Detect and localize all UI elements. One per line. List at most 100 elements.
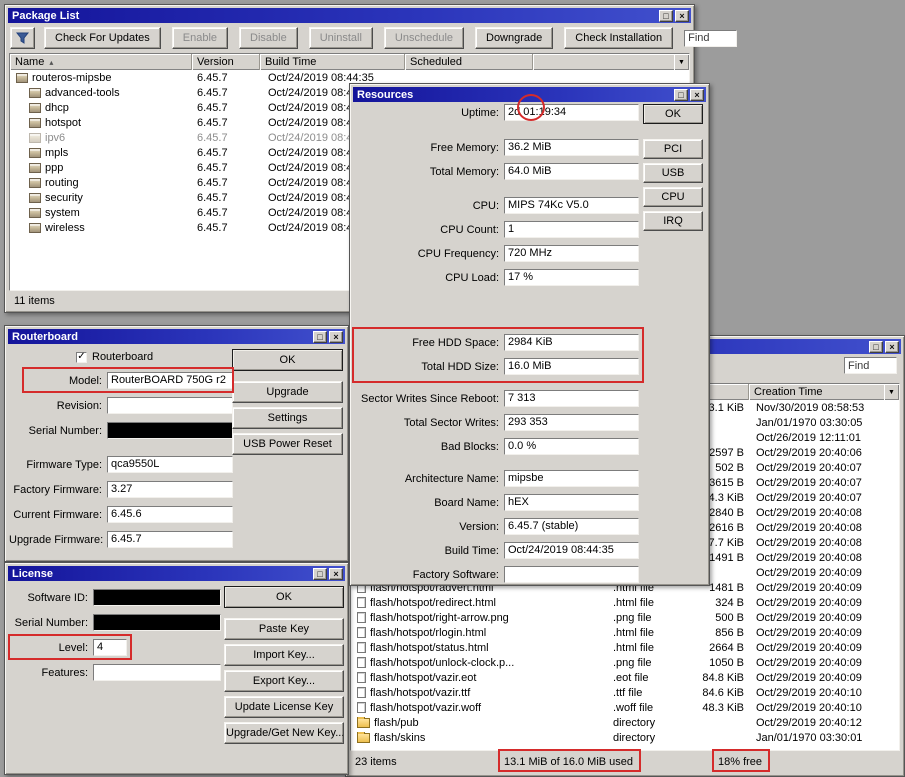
file-creation-time: Oct/29/2019 20:40:09 [756, 566, 862, 579]
field-label: Bad Blocks: [440, 440, 499, 453]
settings-button[interactable]: Settings [232, 407, 343, 429]
resources-field-bad-blocks: 0.0 % [504, 438, 639, 455]
package-name: ipv6 [45, 131, 66, 144]
file-name: flash/skins [374, 731, 426, 744]
file-row[interactable]: flash/hotspot/redirect.html .html file 324… [351, 595, 899, 610]
find-input[interactable] [684, 29, 738, 47]
toolbar-button-uninstall: Uninstall [308, 27, 373, 49]
column-header-build-time[interactable]: Build Time [260, 54, 405, 70]
file-name: flash/hotspot/status.html [370, 641, 489, 654]
file-row[interactable]: flash/hotspot/unlock-clock.p... .png file… [351, 655, 899, 670]
ok-button[interactable]: OK [643, 104, 703, 124]
routerboard-buttons: OK Upgrade Settings USB Power Reset [232, 349, 343, 455]
file-type: .eot file [613, 671, 649, 684]
close-button[interactable]: × [329, 330, 343, 343]
irq-button[interactable]: IRQ [643, 211, 703, 231]
import-key-button[interactable]: Import Key... [224, 644, 344, 666]
routerboard-field-factory-firmware: 3.27 [107, 481, 233, 498]
maximize-button[interactable]: □ [313, 567, 327, 580]
ok-button[interactable]: OK [232, 349, 343, 371]
filter-button[interactable] [10, 27, 35, 49]
toolbar-button-unschedule: Unschedule [383, 27, 464, 49]
file-row[interactable]: flash/pub directory Oct/29/2019 20:40:12 [351, 715, 899, 730]
window-title: Resources [357, 88, 414, 101]
routerboard-checkbox-row: ✓ Routerboard [76, 349, 233, 365]
file-row[interactable]: flash/skins directory Jan/01/1970 03:30:01 [351, 730, 899, 745]
field-label: Total Sector Writes: [403, 416, 499, 429]
cpu-button[interactable]: CPU [643, 187, 703, 207]
file-row[interactable]: flash/hotspot/right-arrow.png .png file 50… [351, 610, 899, 625]
pci-button[interactable]: PCI [643, 139, 703, 159]
column-select-button[interactable]: ▼ [884, 384, 899, 400]
package-name: hotspot [45, 116, 82, 129]
file-type: .html file [613, 641, 654, 654]
close-button[interactable]: × [329, 567, 343, 580]
maximize-button[interactable]: □ [869, 340, 883, 353]
usb-button[interactable]: USB [643, 163, 703, 183]
license-titlebar[interactable]: License □ × [8, 566, 345, 581]
usb-power-reset-button[interactable]: USB Power Reset [232, 433, 343, 455]
toolbar-button-check-installation[interactable]: Check Installation [564, 27, 674, 49]
resources-field-total-memory: 64.0 MiB [504, 163, 639, 180]
routerboard-titlebar[interactable]: Routerboard □ × [8, 329, 345, 344]
find-input[interactable] [844, 357, 897, 374]
field-label: Board Name: [434, 496, 499, 509]
field-label: Free HDD Space: [412, 336, 499, 349]
file-creation-time: Oct/29/2019 20:40:08 [756, 536, 862, 549]
ok-button[interactable]: OK [224, 586, 344, 608]
column-header-version[interactable]: Version [192, 54, 260, 70]
file-row[interactable]: flash/hotspot/status.html .html file 2664 … [351, 640, 899, 655]
column-header-creation-time[interactable]: Creation Time [749, 384, 884, 400]
file-icon [357, 687, 366, 698]
update-license-key-button[interactable]: Update License Key [224, 696, 344, 718]
resources-titlebar[interactable]: Resources □ × [353, 87, 706, 102]
sort-ascending-icon: ▴ [49, 57, 54, 67]
file-row[interactable]: flash/hotspot/vazir.eot .eot file 84.8 KiB… [351, 670, 899, 685]
package-list-titlebar[interactable]: Package List □ × [8, 8, 691, 23]
field-label: Version: [459, 520, 499, 533]
toolbar-button-downgrade[interactable]: Downgrade [475, 27, 554, 49]
file-size: 84.6 KiB [702, 686, 744, 699]
routerboard-field-model: RouterBOARD 750G r2 [107, 372, 233, 389]
column-select-button[interactable]: ▼ [674, 54, 689, 70]
field-label: Features: [41, 666, 88, 679]
file-row[interactable]: flash/hotspot/vazir.ttf .ttf file 84.6 KiB… [351, 685, 899, 700]
maximize-button[interactable]: □ [313, 330, 327, 343]
close-button[interactable]: × [885, 340, 899, 353]
resources-field-sector-writes-since-reboot: 7 313 [504, 390, 639, 407]
file-row[interactable]: flash/hotspot/rlogin.html .html file 856 B… [351, 625, 899, 640]
paste-key-button[interactable]: Paste Key [224, 618, 344, 640]
resources-field-board-name: hEX [504, 494, 639, 511]
routerboard-checkbox[interactable]: ✓ [76, 351, 87, 363]
file-size: 84.8 KiB [702, 671, 744, 684]
resources-field-cpu: MIPS 74Kc V5.0 [504, 197, 639, 214]
file-creation-time: Oct/29/2019 20:40:09 [756, 596, 862, 609]
close-button[interactable]: × [675, 9, 689, 22]
column-header-name[interactable]: Name ▴ [10, 54, 192, 70]
file-creation-time: Oct/29/2019 20:40:07 [756, 476, 862, 489]
field-label: CPU Count: [440, 223, 499, 236]
maximize-button[interactable]: □ [659, 9, 673, 22]
file-creation-time: Oct/29/2019 20:40:06 [756, 446, 862, 459]
desktop: Package List □ × Check For Updates Enable… [0, 0, 905, 777]
upgrade-button[interactable]: Upgrade [232, 381, 343, 403]
package-icon [29, 177, 41, 188]
close-button[interactable]: × [690, 88, 704, 101]
routerboard-checkbox-label: Routerboard [92, 351, 154, 363]
file-items-count: 23 items [355, 756, 397, 768]
file-row[interactable]: flash/hotspot/vazir.woff .woff file 48.3 K… [351, 700, 899, 715]
package-name: routing [45, 176, 79, 189]
toolbar-button-check-for-updates[interactable]: Check For Updates [44, 27, 161, 49]
resources-field-factory-software [504, 566, 639, 583]
field-label: CPU Frequency: [417, 247, 499, 260]
export-key-button[interactable]: Export Key... [224, 670, 344, 692]
maximize-button[interactable]: □ [674, 88, 688, 101]
column-header-scheduled[interactable]: Scheduled [405, 54, 533, 70]
field-label: CPU Load: [445, 271, 499, 284]
upgrade-get-new-key-button[interactable]: Upgrade/Get New Key... [224, 722, 344, 744]
package-icon [29, 117, 41, 128]
field-label: Architecture Name: [404, 472, 499, 485]
file-icon [357, 612, 366, 623]
filter-icon [16, 32, 29, 44]
file-name: flash/hotspot/right-arrow.png [370, 611, 509, 624]
